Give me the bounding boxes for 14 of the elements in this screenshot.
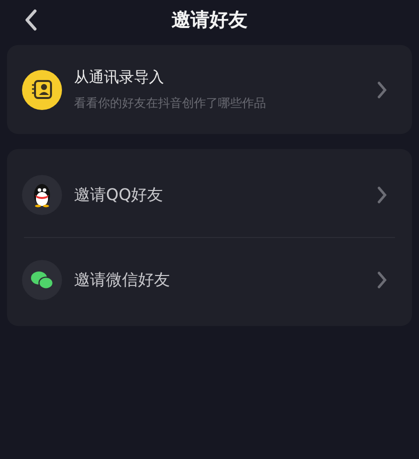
back-button[interactable]	[24, 9, 38, 31]
import-subtitle: 看看你的好友在抖音创作了哪些作品	[74, 94, 267, 112]
invite-item[interactable]: 邀请QQ好友	[7, 157, 412, 233]
chevron-icon	[376, 185, 388, 205]
penguin-icon	[22, 175, 62, 215]
chat-bubbles-icon	[22, 260, 62, 300]
import-title: 从通讯录导入	[74, 68, 165, 86]
chevron-icon	[376, 270, 388, 290]
invite-item[interactable]: 邀请微信好友	[7, 242, 412, 318]
import-contacts-item[interactable]: 从通讯录导入 看看你的好友在抖音创作了哪些作品	[7, 45, 412, 134]
page-title: 邀请好友	[172, 8, 248, 33]
contacts-icon	[22, 70, 62, 110]
back-icon	[24, 9, 38, 31]
chevron-icon	[376, 80, 388, 100]
